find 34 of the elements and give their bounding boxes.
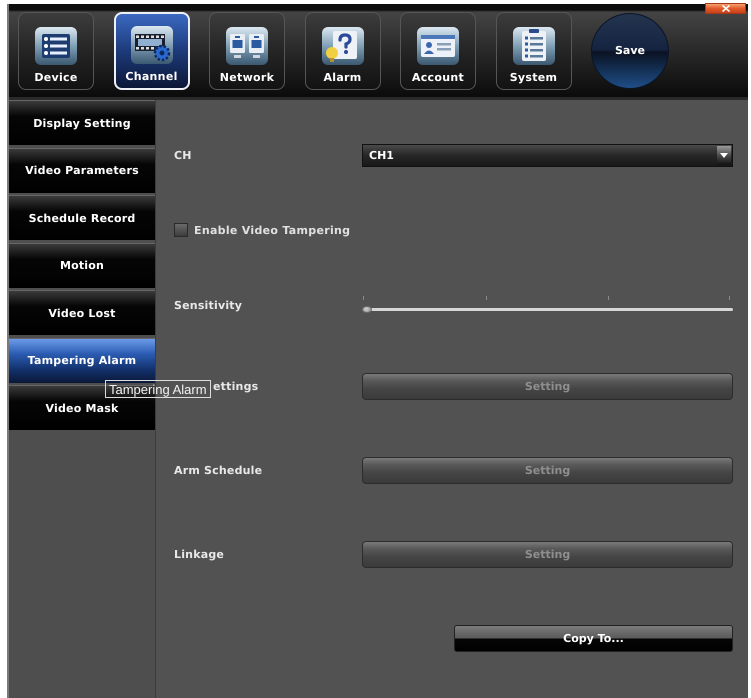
caret-icon — [717, 146, 731, 164]
toolbar-tab[interactable]: System — [496, 12, 572, 90]
channel-dropdown[interactable]: CH1 — [362, 144, 733, 166]
list-icon — [34, 26, 78, 66]
sidebar-item[interactable]: Display Setting — [9, 100, 155, 145]
toolbar-tab[interactable]: Device — [18, 12, 94, 90]
checkbox-label: Enable Video Tampering — [194, 224, 350, 236]
film-gear-icon — [130, 24, 174, 64]
sidebar-item[interactable]: Video Parameters — [9, 148, 155, 192]
tooltip: Tampering Alarm — [105, 380, 211, 398]
field-label: Arm Schedule — [174, 464, 262, 476]
copy-to-button[interactable]: Copy To... — [454, 624, 733, 652]
toolbar-tab[interactable]: Alarm — [304, 12, 380, 90]
save-button[interactable]: Save — [591, 12, 669, 88]
sidebar-item[interactable]: Motion — [9, 242, 155, 288]
close-icon — [722, 5, 730, 12]
sidebar-item[interactable]: Schedule Record — [9, 195, 155, 240]
field-label: CH — [174, 148, 192, 162]
slider-track[interactable] — [362, 296, 733, 314]
field-label: Linkage — [174, 548, 224, 560]
clipboard-list-icon — [512, 26, 556, 66]
sidebar-item[interactable]: Tampering Alarm — [9, 338, 155, 382]
checkbox[interactable] — [174, 223, 188, 237]
id-card-icon — [416, 26, 460, 66]
sidebar-item[interactable]: Video Lost — [9, 290, 155, 335]
toolbar-tab[interactable]: Account — [400, 12, 476, 90]
close-button[interactable] — [705, 3, 746, 14]
toolbar-tab[interactable]: Network — [209, 12, 285, 90]
help-icon — [320, 26, 364, 66]
field-label: Sensitivity — [174, 298, 242, 312]
slider-thumb[interactable] — [362, 306, 372, 313]
field-label: ettings — [213, 380, 258, 392]
toolbar-tab[interactable]: Channel — [114, 12, 190, 90]
monitors-icon — [225, 26, 269, 66]
